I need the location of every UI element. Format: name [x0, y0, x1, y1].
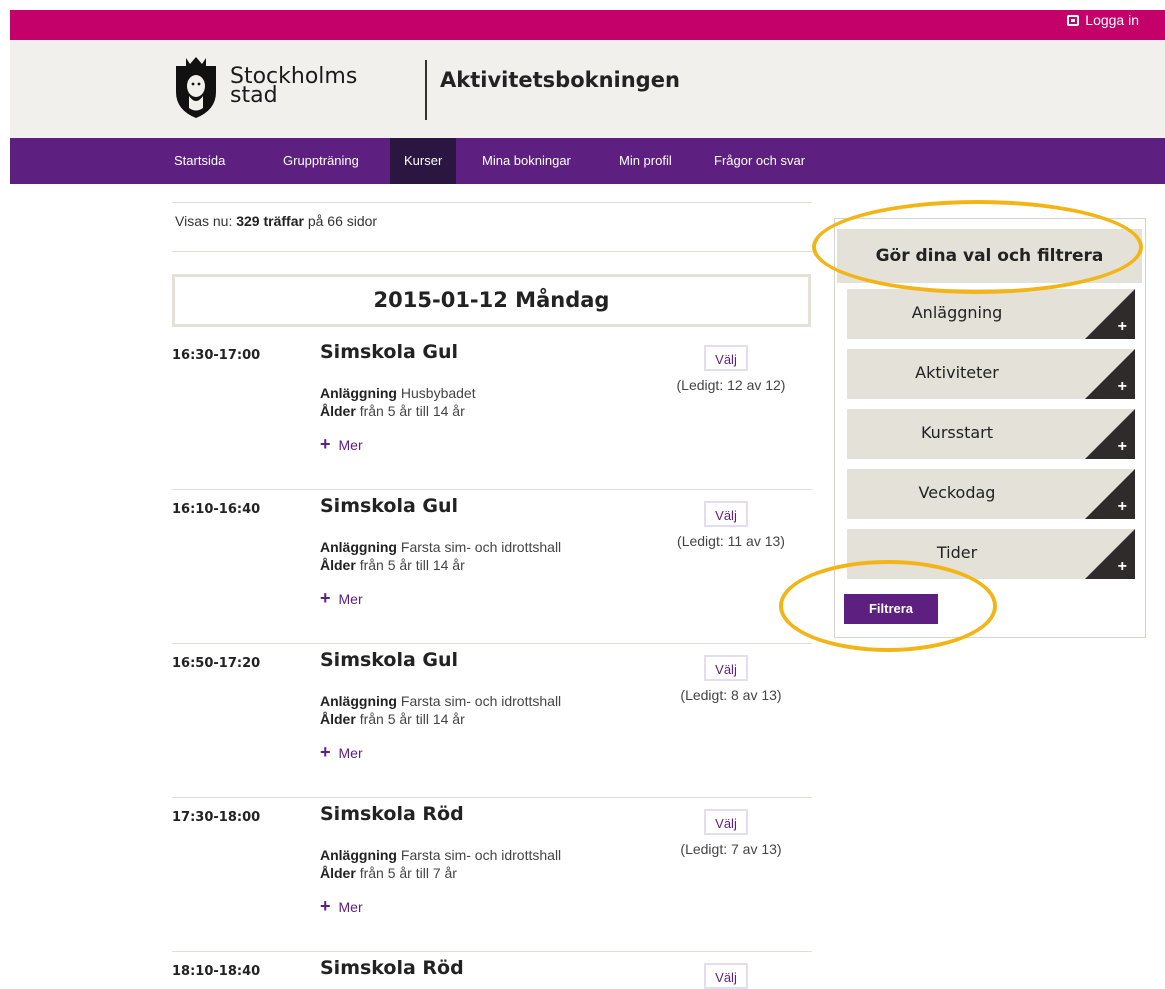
- course-item: 16:50-17:20 Simskola Gul Anläggning Fars…: [172, 643, 812, 798]
- course-facility: Anläggning Husbybadet: [320, 385, 476, 401]
- course-title[interactable]: Simskola Röd: [320, 957, 464, 979]
- expand-corner-icon: [1085, 349, 1135, 399]
- filter-panel: Gör dina val och filtrera Anläggning + A…: [834, 218, 1146, 638]
- course-age: Ålder från 5 år till 14 år: [320, 403, 465, 419]
- course-title[interactable]: Simskola Gul: [320, 341, 458, 363]
- nav-item-fragor-och-svar[interactable]: Frågor och svar: [700, 138, 819, 184]
- date-heading-box: 2015-01-12 Måndag: [172, 274, 811, 327]
- expand-corner-icon: [1085, 529, 1135, 579]
- filter-label: Kursstart: [920, 423, 993, 442]
- course-time: 18:10-18:40: [172, 964, 261, 979]
- filter-tider-button[interactable]: Tider +: [847, 529, 1135, 579]
- top-bar: Logga in: [10, 10, 1165, 40]
- course-item: 17:30-18:00 Simskola Röd Anläggning Fars…: [172, 797, 812, 952]
- course-item: 18:10-18:40 Simskola Röd Välj: [172, 951, 812, 989]
- stockholm-shield-logo[interactable]: [172, 56, 220, 120]
- plus-icon: +: [320, 896, 331, 916]
- course-title[interactable]: Simskola Gul: [320, 495, 458, 517]
- plus-icon: +: [320, 742, 331, 762]
- plus-icon: +: [320, 434, 331, 454]
- filter-label: Veckodag: [918, 483, 996, 502]
- login-link[interactable]: Logga in: [1067, 10, 1139, 30]
- select-button[interactable]: Välj: [704, 963, 748, 989]
- filter-label: Aktiviteter: [915, 363, 999, 382]
- results-prefix: Visas nu:: [175, 213, 233, 229]
- course-age: Ålder från 5 år till 14 år: [320, 557, 465, 573]
- date-heading: 2015-01-12 Måndag: [373, 288, 610, 312]
- logo-text[interactable]: Stockholms stad: [230, 66, 357, 107]
- filter-anlaggning-button[interactable]: Anläggning +: [847, 289, 1135, 339]
- more-link[interactable]: + Mer: [320, 896, 363, 917]
- availability: (Ledigt: 7 av 13): [680, 841, 782, 857]
- availability: (Ledigt: 11 av 13): [677, 533, 785, 549]
- more-link[interactable]: + Mer: [320, 742, 363, 763]
- expand-corner-icon: [1085, 409, 1135, 459]
- expand-corner-icon: [1085, 469, 1135, 519]
- results-hits: 329 träffar: [236, 213, 304, 229]
- filter-label: Tider: [936, 543, 978, 562]
- app-title[interactable]: Aktivitetsbokningen: [440, 68, 680, 92]
- course-title[interactable]: Simskola Röd: [320, 803, 464, 825]
- plus-icon: +: [1117, 558, 1127, 575]
- site-header: Stockholms stad Aktivitetsbokningen: [10, 40, 1165, 138]
- availability: (Ledigt: 8 av 13): [680, 687, 782, 703]
- course-item: 16:10-16:40 Simskola Gul Anläggning Fars…: [172, 489, 812, 644]
- plus-icon: +: [320, 588, 331, 608]
- login-icon: [1067, 14, 1080, 26]
- select-button[interactable]: Välj: [704, 809, 748, 835]
- nav-item-grupptraning[interactable]: Gruppträning: [269, 138, 373, 184]
- header-divider: [425, 60, 427, 120]
- course-time: 16:10-16:40: [172, 502, 261, 517]
- course-time: 17:30-18:00: [172, 810, 261, 825]
- expand-corner-icon: [1085, 289, 1135, 339]
- course-item: 16:30-17:00 Simskola Gul Anläggning Husb…: [172, 335, 812, 490]
- plus-icon: +: [1117, 318, 1127, 335]
- nav-item-mina-bokningar[interactable]: Mina bokningar: [468, 138, 585, 184]
- results-suffix: på 66 sidor: [307, 213, 378, 229]
- filter-submit-button[interactable]: Filtrera: [844, 594, 938, 624]
- availability: (Ledigt: 12 av 12): [676, 377, 786, 393]
- nav-item-min-profil[interactable]: Min profil: [605, 138, 686, 184]
- select-button[interactable]: Välj: [704, 345, 748, 371]
- course-facility: Anläggning Farsta sim- och idrottshall: [320, 693, 562, 709]
- course-age: Ålder från 5 år till 7 år: [320, 865, 457, 881]
- filter-kursstart-button[interactable]: Kursstart +: [847, 409, 1135, 459]
- course-time: 16:30-17:00: [172, 348, 261, 363]
- login-label: Logga in: [1085, 12, 1139, 28]
- more-link[interactable]: + Mer: [320, 588, 363, 609]
- main-nav: Startsida Gruppträning Kurser Mina bokni…: [10, 138, 1165, 184]
- course-title[interactable]: Simskola Gul: [320, 649, 458, 671]
- filter-veckodag-button[interactable]: Veckodag +: [847, 469, 1135, 519]
- filter-aktiviteter-button[interactable]: Aktiviteter +: [847, 349, 1135, 399]
- filter-heading: Gör dina val och filtrera: [837, 229, 1142, 283]
- select-button[interactable]: Välj: [704, 655, 748, 681]
- more-link[interactable]: + Mer: [320, 434, 363, 455]
- plus-icon: +: [1117, 498, 1127, 515]
- nav-item-kurser[interactable]: Kurser: [390, 138, 457, 184]
- select-button[interactable]: Välj: [704, 501, 748, 527]
- course-facility: Anläggning Farsta sim- och idrottshall: [320, 847, 562, 863]
- course-time: 16:50-17:20: [172, 656, 261, 671]
- plus-icon: +: [1117, 378, 1127, 395]
- course-facility: Anläggning Farsta sim- och idrottshall: [320, 539, 562, 555]
- filter-label: Anläggning: [911, 303, 1003, 322]
- course-age: Ålder från 5 år till 14 år: [320, 711, 465, 727]
- plus-icon: +: [1117, 438, 1127, 455]
- nav-item-startsida[interactable]: Startsida: [160, 138, 239, 184]
- results-summary: Visas nu: 329 träffar på 66 sidor: [172, 202, 812, 252]
